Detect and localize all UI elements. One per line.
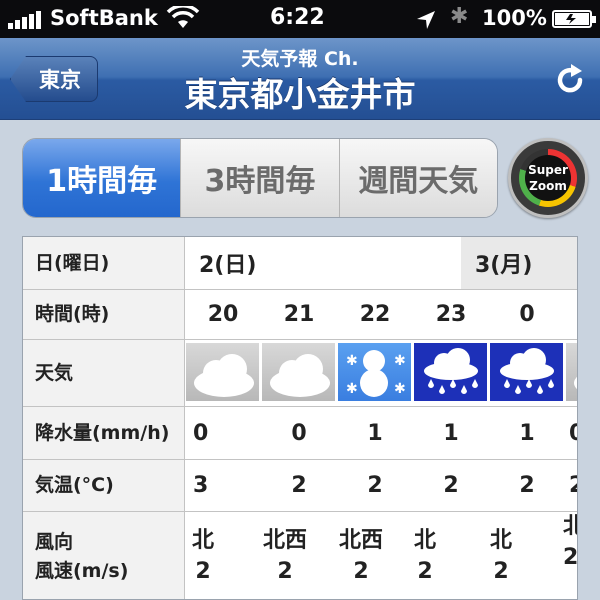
super-zoom-label-1: Super — [528, 163, 568, 177]
wind-cell: 北 2 — [463, 512, 539, 599]
cloudy-icon — [186, 343, 259, 401]
date-row: 日(曜日) 2(日) 3(月) — [23, 237, 577, 290]
wind-speed: 2 — [417, 558, 433, 584]
svg-text:✱: ✱ — [394, 381, 406, 397]
cloudy-icon — [262, 343, 335, 401]
hour-cell: 1 — [565, 290, 577, 339]
row-label-weather: 天気 — [23, 340, 185, 406]
precip-cell: 0 — [565, 407, 577, 459]
wind-speed: 2 — [563, 544, 578, 570]
refresh-icon[interactable] — [552, 62, 588, 98]
wind-row: 風向 風速(m/s) 北 2 北西 2 北西 2 北 2 北 2 北 2 — [23, 512, 578, 599]
hour-row: 時間(時) 20 21 22 23 0 1 — [23, 290, 577, 340]
signal-icon — [8, 9, 42, 29]
precip-cell: 0 — [291, 420, 307, 446]
rain-icon — [414, 343, 487, 401]
rain-icon — [490, 343, 563, 401]
navigation-bar: 東京 天気予報 Ch. 東京都小金井市 — [0, 38, 600, 120]
wind-cell: 北 2 — [185, 512, 221, 599]
wind-cell: 北 2 — [563, 512, 578, 599]
hour-cell: 21 — [283, 302, 315, 327]
row-label-hour: 時間(時) — [23, 290, 185, 339]
date-cell: 3(月) — [475, 253, 533, 278]
precip-cell: 0 — [193, 420, 209, 446]
svg-text:✱: ✱ — [346, 353, 358, 369]
wind-direction: 北 — [563, 512, 577, 543]
date-cell: 2(日) — [199, 253, 257, 278]
precip-cell: 1 — [519, 420, 535, 446]
wind-speed: 2 — [277, 558, 293, 584]
hour-cell: 20 — [207, 302, 239, 327]
super-zoom-button[interactable]: Super Zoom — [508, 138, 588, 218]
row-label-temperature: 気温(°C) — [23, 460, 185, 511]
wifi-icon — [166, 6, 200, 28]
forecast-interval-tabs: 1時間毎 3時間毎 週間天気 — [22, 138, 498, 218]
temperature-row: 気温(°C) 3 2 2 2 2 2 — [23, 460, 577, 512]
carrier-name: SoftBank — [50, 6, 158, 30]
precipitation-row: 降水量(mm/h) 0 0 1 1 1 0 — [23, 407, 577, 460]
svg-text:✱: ✱ — [346, 381, 358, 397]
svg-text:✱: ✱ — [394, 353, 406, 369]
temp-cell: 2 — [519, 473, 535, 498]
row-label-precipitation: 降水量(mm/h) — [23, 407, 185, 459]
wind-speed: 2 — [493, 558, 509, 584]
nav-subtitle: 天気予報 Ch. — [241, 48, 359, 70]
temp-cell: 2 — [291, 473, 307, 498]
wind-direction: 北西 — [338, 527, 383, 553]
forecast-table[interactable]: 日(曜日) 2(日) 3(月) 時間(時) 20 21 22 23 0 1 天気… — [22, 236, 578, 600]
temp-cell: 2 — [443, 473, 459, 498]
battery-percent: 100% — [482, 6, 547, 30]
hour-cell: 0 — [519, 302, 535, 327]
battery-icon — [552, 10, 596, 28]
bluetooth-icon: ✱ — [450, 4, 469, 29]
temp-cell: 2 — [367, 473, 383, 498]
temp-cell: 2 — [565, 460, 577, 511]
location-arrow-icon — [417, 11, 435, 29]
hour-cell: 22 — [359, 302, 391, 327]
page-title: 東京都小金井市 — [184, 75, 416, 114]
snow-icon: ✱ ✱ ✱ ✱ — [338, 343, 411, 401]
wind-direction: 北 — [191, 527, 214, 553]
status-bar: SoftBank 6:22 ✱ 100% — [0, 0, 600, 38]
super-zoom-label-2: Zoom — [529, 179, 567, 193]
row-label-date: 日(曜日) — [23, 237, 185, 289]
weather-row: 天気 ✱ ✱ ✱ ✱ — [23, 340, 577, 407]
wind-direction: 北 — [413, 527, 436, 553]
wind-cell: 北 2 — [387, 512, 463, 599]
cloudy-icon — [566, 343, 577, 401]
wind-direction: 北西 — [262, 527, 307, 553]
row-label-wind: 風向 風速(m/s) — [23, 512, 185, 599]
clock: 6:22 — [270, 5, 325, 30]
temp-cell: 3 — [193, 473, 209, 498]
precip-cell: 1 — [367, 420, 383, 446]
wind-speed: 2 — [195, 558, 211, 584]
hour-cell: 23 — [435, 302, 467, 327]
tab-hourly[interactable]: 1時間毎 — [23, 139, 181, 217]
wind-speed: 2 — [353, 558, 369, 584]
tab-3-hourly[interactable]: 3時間毎 — [180, 139, 339, 217]
tab-weekly[interactable]: 週間天気 — [338, 139, 497, 217]
precip-cell: 1 — [443, 420, 459, 446]
wind-direction: 北 — [489, 527, 512, 553]
wind-cell: 北西 2 — [247, 512, 323, 599]
